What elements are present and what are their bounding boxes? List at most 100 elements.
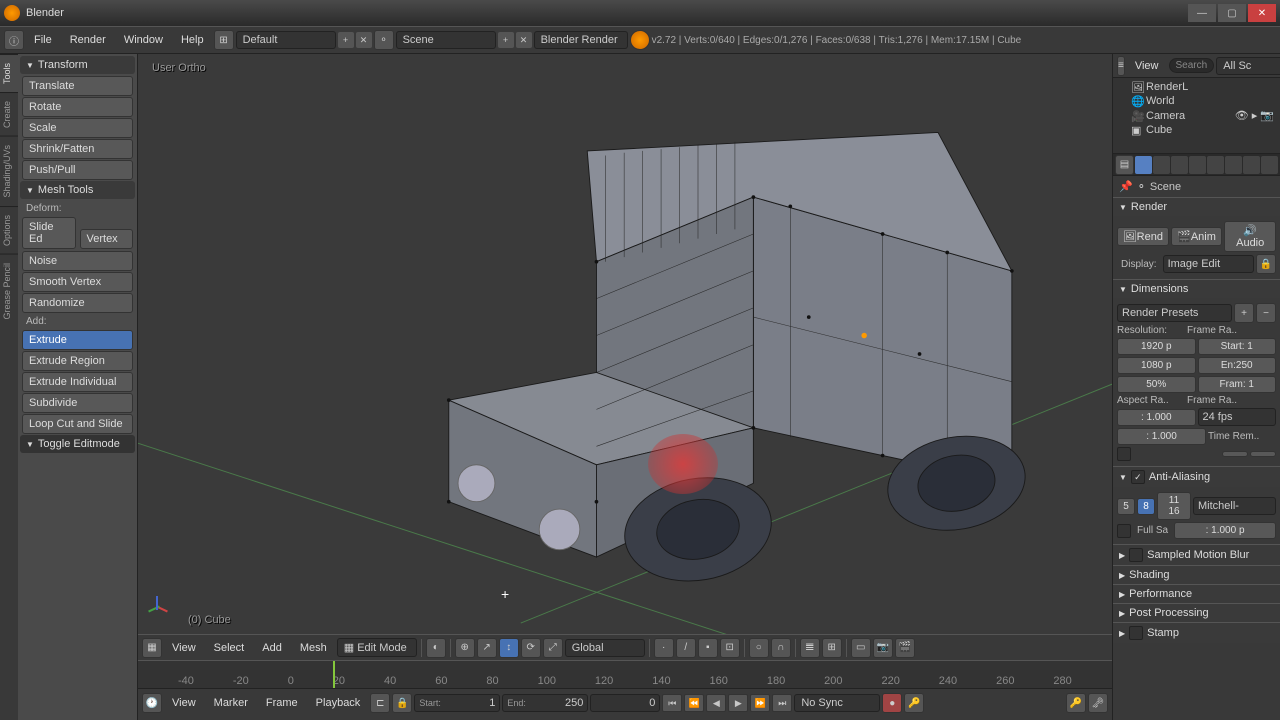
render-section-header[interactable]: ▼Render (1113, 198, 1280, 216)
outliner-search-input[interactable]: Search (1169, 58, 1215, 73)
aa-filter-selector[interactable]: Mitchell- (1193, 497, 1276, 515)
tab-create[interactable]: Create (0, 92, 18, 136)
push-pull-button[interactable]: Push/Pull (22, 160, 133, 180)
tab-shading-uvs[interactable]: Shading/UVs (0, 136, 18, 206)
extrude-button[interactable]: Extrude (22, 330, 133, 350)
subdivide-button[interactable]: Subdivide (22, 393, 133, 413)
dimensions-section-header[interactable]: ▼Dimensions (1113, 280, 1280, 298)
translate-button[interactable]: Translate (22, 76, 133, 96)
maximize-button[interactable]: ▢ (1218, 4, 1246, 22)
keying-set-icon[interactable]: 🔑 (904, 693, 924, 713)
frame-start-field[interactable]: Start: 1 (1198, 338, 1277, 355)
data-tab-icon[interactable] (1261, 156, 1278, 174)
timeline-menu-marker[interactable]: Marker (206, 695, 256, 711)
jump-start-icon[interactable]: ⏮ (662, 694, 682, 712)
start-frame-field[interactable]: Start:1 (414, 694, 500, 712)
limit-selection-icon[interactable]: ⊡ (720, 638, 740, 658)
end-frame-field[interactable]: End:250 (502, 694, 588, 712)
keyframe-next-icon[interactable]: ⏩ (750, 694, 770, 712)
renderlayers-tab-icon[interactable] (1153, 156, 1170, 174)
auto-keyframe-icon[interactable]: ● (882, 693, 902, 713)
aa-samples-5[interactable]: 5 (1117, 498, 1135, 515)
vp-menu-mesh[interactable]: Mesh (292, 640, 335, 656)
sampled-mb-header[interactable]: ▶Sampled Motion Blur (1113, 545, 1280, 565)
vp-menu-select[interactable]: Select (206, 640, 253, 656)
aa-enable-checkbox[interactable] (1131, 470, 1145, 484)
scene-remove-button[interactable]: ✕ (516, 32, 532, 48)
fps-selector[interactable]: 24 fps (1198, 408, 1277, 426)
menu-render[interactable]: Render (62, 32, 114, 48)
edge-select-icon[interactable]: / (676, 638, 696, 658)
timeline-menu-view[interactable]: View (164, 695, 204, 711)
mesh-tools-panel-header[interactable]: Mesh Tools (20, 181, 135, 199)
play-reverse-icon[interactable]: ◀ (706, 694, 726, 712)
timeline-menu-playback[interactable]: Playback (308, 695, 369, 711)
outliner-filter[interactable]: All Sc (1216, 57, 1280, 75)
animation-button[interactable]: 🎬Anim (1171, 227, 1223, 246)
pin-icon[interactable]: 📌 (1119, 180, 1133, 193)
layout-selector[interactable]: Default (236, 31, 336, 49)
outliner-item-world[interactable]: 🌐World (1117, 94, 1276, 108)
proportional-edit-icon[interactable]: ○ (749, 638, 769, 658)
shading-header[interactable]: ▶Shading (1113, 566, 1280, 584)
use-preview-range-icon[interactable]: ⊏ (370, 693, 390, 713)
screen-layout-icon[interactable]: ⊞ (214, 30, 234, 50)
sampled-mb-checkbox[interactable] (1129, 548, 1143, 562)
resolution-pct-field[interactable]: 50% (1117, 376, 1196, 393)
vp-menu-view[interactable]: View (164, 640, 204, 656)
post-processing-header[interactable]: ▶Post Processing (1113, 604, 1280, 622)
aa-samples-8[interactable]: 8 (1137, 498, 1155, 515)
sync-selector[interactable]: No Sync (794, 694, 880, 712)
timeline-ruler[interactable]: -40-200204060801001201401601802002202402… (138, 661, 1112, 689)
opengl-anim-icon[interactable]: 🎬 (895, 638, 915, 658)
timeline-editor-icon[interactable]: 🕐 (142, 693, 162, 713)
outliner-item-camera[interactable]: 🎥Camera👁 ▸ 📷 (1117, 108, 1276, 123)
toggle-editmode-header[interactable]: Toggle Editmode (20, 435, 135, 453)
manipulator-icon[interactable]: ↗ (477, 638, 497, 658)
outliner-item-renderlayers[interactable]: 🖼RenderL (1117, 80, 1276, 94)
render-presets-selector[interactable]: Render Presets (1117, 304, 1232, 322)
resolution-y-field[interactable]: 1080 p (1117, 357, 1196, 374)
delete-keyframe-icon[interactable]: 🗝 (1088, 693, 1108, 713)
vp-menu-add[interactable]: Add (254, 640, 290, 656)
orientation-selector[interactable]: Global (565, 639, 645, 657)
preset-remove-icon[interactable]: − (1256, 303, 1276, 323)
outliner-editor-icon[interactable]: ≡ (1117, 56, 1125, 76)
display-mode-selector[interactable]: Image Edit (1163, 255, 1254, 273)
tab-options[interactable]: Options (0, 206, 18, 254)
layout-add-button[interactable]: + (338, 32, 354, 48)
frame-end-field[interactable]: En:250 (1198, 357, 1277, 374)
stamp-header[interactable]: ▶Stamp (1113, 623, 1280, 643)
constraints-tab-icon[interactable] (1225, 156, 1242, 174)
translate-manipulator-icon[interactable]: ↕ (499, 638, 519, 658)
minimize-button[interactable]: — (1188, 4, 1216, 22)
mode-selector[interactable]: ▦ Edit Mode (337, 638, 417, 657)
tab-tools[interactable]: Tools (0, 54, 18, 92)
rotate-button[interactable]: Rotate (22, 97, 133, 117)
scene-icon[interactable]: ⚬ (374, 30, 394, 50)
aspect-y-field[interactable]: : 1.000 (1117, 428, 1206, 445)
world-tab-icon[interactable] (1189, 156, 1206, 174)
aa-samples-11-16[interactable]: 11 16 (1157, 492, 1191, 520)
scene-tab-icon[interactable] (1171, 156, 1188, 174)
timeline-playhead[interactable] (333, 661, 335, 688)
noise-button[interactable]: Noise (22, 251, 133, 271)
remap-old-field[interactable] (1222, 451, 1248, 457)
scene-add-button[interactable]: + (498, 32, 514, 48)
falloff-icon[interactable]: ∩ (771, 638, 791, 658)
loop-cut-button[interactable]: Loop Cut and Slide (22, 414, 133, 434)
snap-icon[interactable]: 𝌆 (800, 638, 820, 658)
snap-target-icon[interactable]: ⊞ (822, 638, 842, 658)
object-tab-icon[interactable] (1207, 156, 1224, 174)
performance-header[interactable]: ▶Performance (1113, 585, 1280, 603)
menu-window[interactable]: Window (116, 32, 171, 48)
scene-selector[interactable]: Scene (396, 31, 496, 49)
border-checkbox[interactable] (1117, 447, 1131, 461)
vertex-select-icon[interactable]: · (654, 638, 674, 658)
lock-time-icon[interactable]: 🔒 (392, 693, 412, 713)
tab-grease-pencil[interactable]: Grease Pencil (0, 254, 18, 328)
render-tab-icon[interactable] (1135, 156, 1152, 174)
stamp-checkbox[interactable] (1129, 626, 1143, 640)
remap-new-field[interactable] (1250, 451, 1276, 457)
randomize-button[interactable]: Randomize (22, 293, 133, 313)
